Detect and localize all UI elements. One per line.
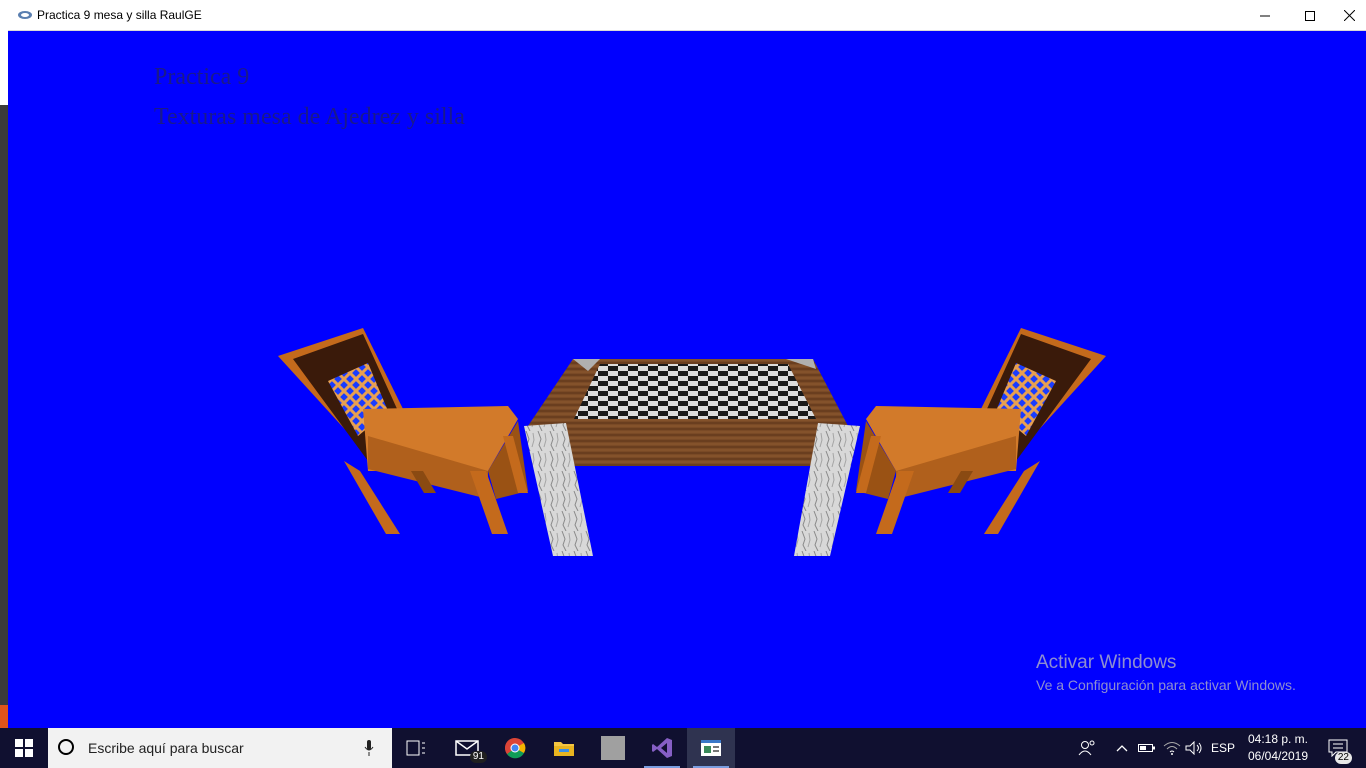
wifi-icon (1163, 742, 1181, 755)
right-chair (856, 328, 1106, 534)
activation-watermark-subtitle: Ve a Configuración para activar Windows. (1036, 677, 1296, 693)
tray-network[interactable] (1160, 728, 1184, 768)
tray-people[interactable] (1074, 728, 1100, 768)
app-placeholder-icon (601, 736, 625, 760)
folder-icon (554, 742, 574, 756)
taskbar-chrome[interactable] (491, 728, 539, 768)
close-icon (1343, 10, 1355, 21)
background-window-edge (0, 0, 8, 728)
left-chair (278, 328, 528, 534)
speaker-icon (1185, 741, 1202, 755)
maximize-icon (1305, 10, 1315, 21)
taskbar-opengl-window[interactable] (687, 728, 735, 768)
tray-language[interactable]: ESP (1208, 728, 1238, 768)
clock[interactable]: 04:18 p. m. 06/04/2019 (1240, 731, 1316, 765)
clock-date: 06/04/2019 (1247, 749, 1309, 763)
microphone-icon[interactable] (364, 740, 374, 756)
chess-table (524, 359, 860, 556)
taskbar-file-explorer[interactable] (540, 728, 588, 768)
battery-icon (1138, 744, 1155, 752)
taskbar: Escribe aquí para buscar 91 ESP 04:18 p.… (0, 728, 1366, 768)
background-window-dark (0, 105, 8, 705)
tray-battery[interactable] (1136, 728, 1158, 768)
mail-badge: 91 (469, 751, 487, 763)
background-window-accent (0, 705, 8, 728)
task-view-icon (406, 740, 425, 756)
app-icon (18, 11, 32, 19)
task-view-button[interactable] (392, 728, 440, 768)
search-box[interactable]: Escribe aquí para buscar (48, 728, 392, 768)
visual-studio-icon (652, 738, 672, 758)
people-icon (1078, 740, 1095, 756)
close-button[interactable] (1332, 0, 1366, 31)
minimize-button[interactable] (1242, 0, 1288, 31)
chevron-up-icon (1116, 745, 1128, 752)
notifications-badge: 22 (1334, 752, 1352, 764)
windows-logo-icon (15, 739, 33, 757)
window-title: Practica 9 mesa y silla RaulGE (37, 8, 202, 22)
taskbar-blank-app[interactable] (589, 728, 637, 768)
chrome-icon (505, 738, 526, 759)
taskbar-mail[interactable]: 91 (443, 728, 491, 768)
tray-show-hidden[interactable] (1112, 728, 1132, 768)
scene-render (278, 328, 1106, 556)
maximize-button[interactable] (1287, 0, 1333, 31)
action-center-button[interactable]: 22 (1318, 728, 1358, 768)
tray-volume[interactable] (1183, 728, 1205, 768)
activation-watermark-title: Activar Windows (1036, 652, 1177, 673)
clock-time: 04:18 p. m. (1247, 732, 1309, 746)
search-icon (58, 739, 74, 755)
app-window: Practica 9 mesa y silla RaulGE Practica … (8, 0, 1366, 728)
search-placeholder: Escribe aquí para buscar (88, 740, 244, 756)
opengl-canvas[interactable]: Practica 9 Texturas mesa de Ajedrez y si… (8, 31, 1366, 728)
title-bar[interactable]: Practica 9 mesa y silla RaulGE (8, 0, 1366, 31)
window-app-icon (701, 740, 721, 756)
taskbar-visual-studio[interactable] (638, 728, 686, 768)
start-button[interactable] (0, 728, 48, 768)
minimize-icon (1260, 15, 1270, 16)
